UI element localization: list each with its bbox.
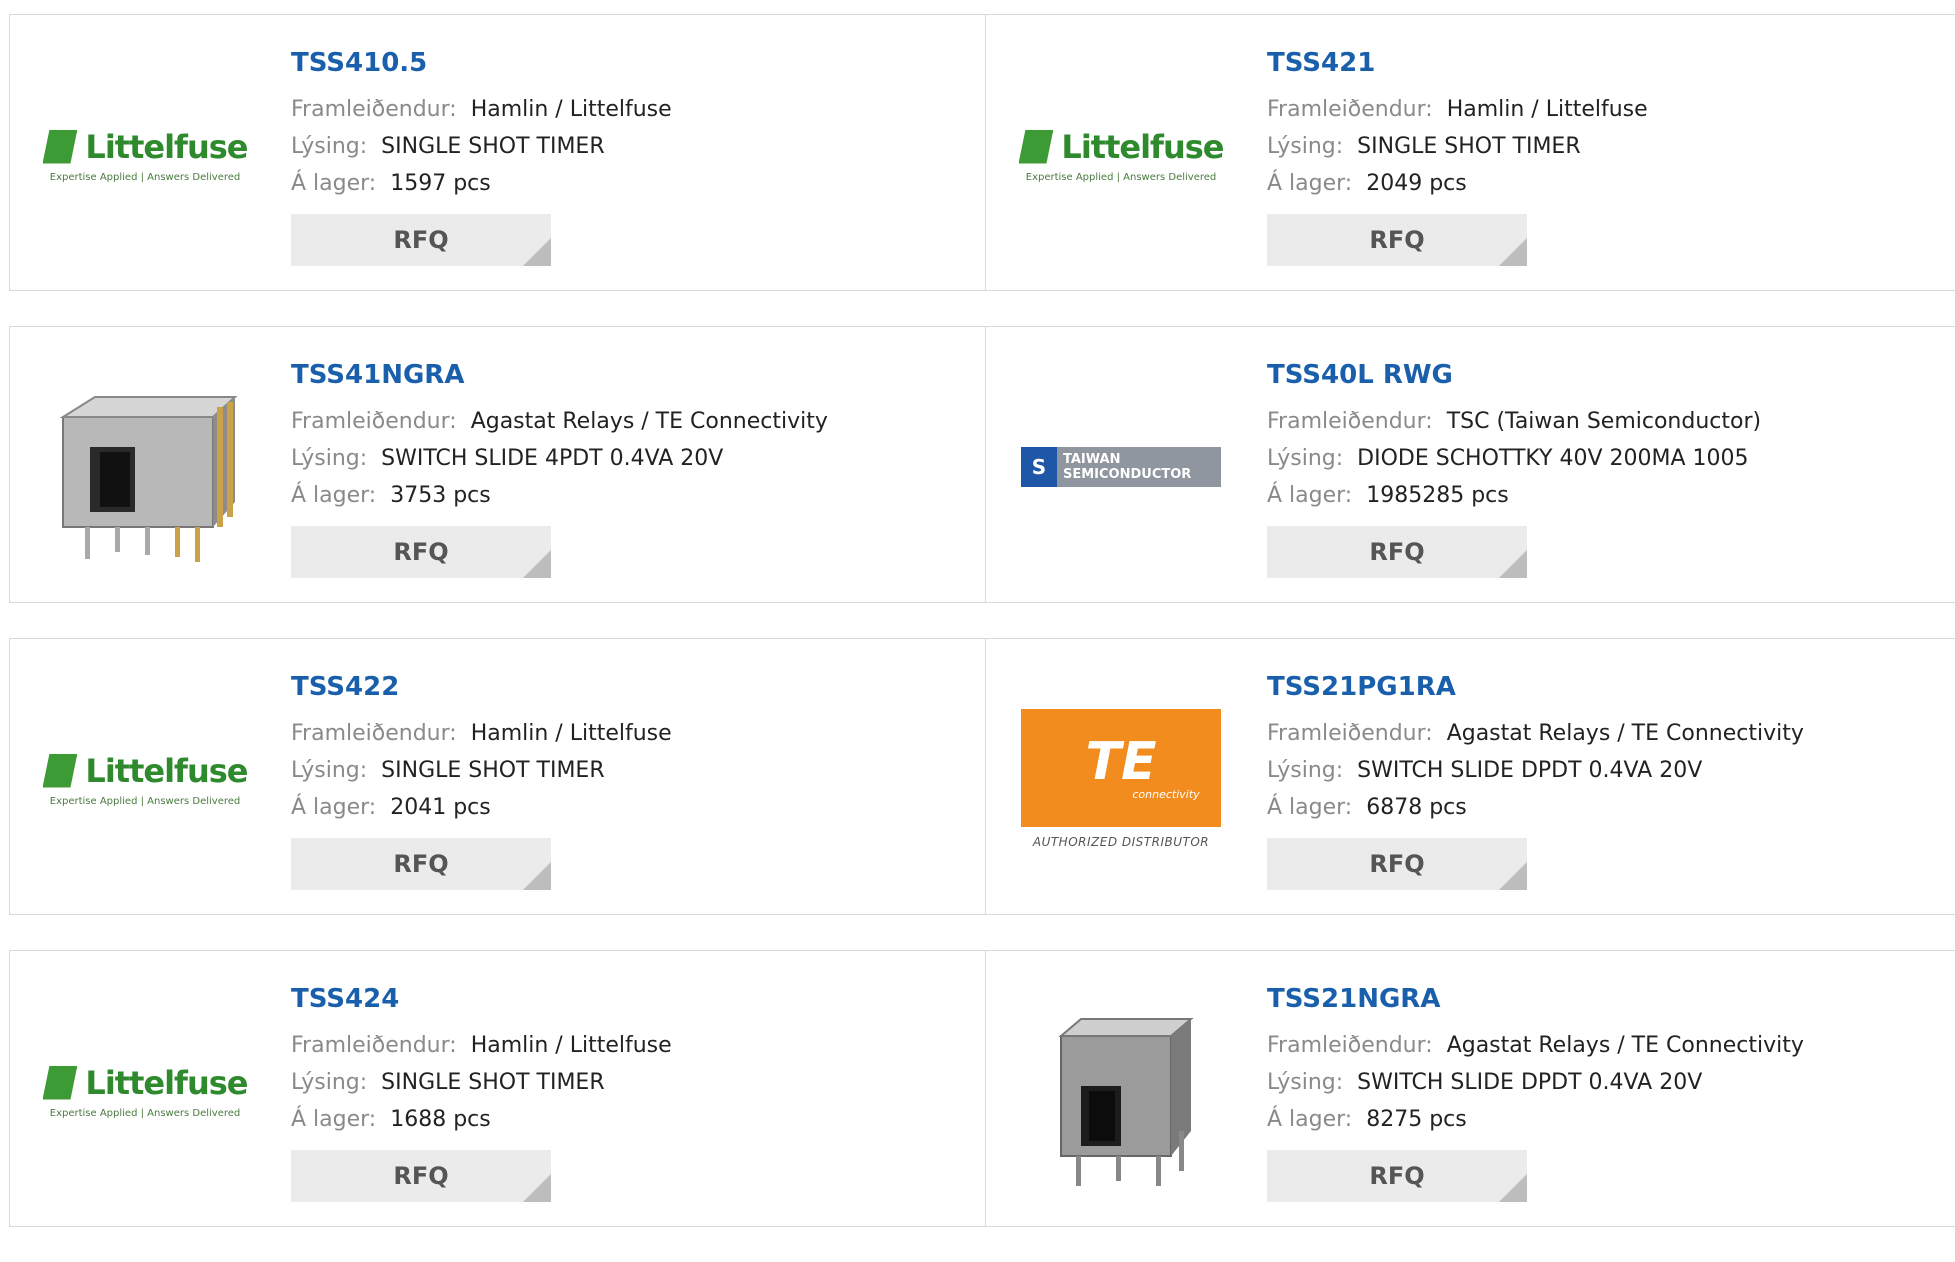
- product-row: Littelfuse Expertise Applied | Answers D…: [9, 14, 1955, 291]
- manufacturer-logo: Littelfuse Expertise Applied | Answers D…: [40, 991, 250, 1191]
- product-card: Littelfuse Expertise Applied | Answers D…: [9, 638, 986, 915]
- description-field: Lýsing: SINGLE SHOT TIMER: [291, 134, 605, 159]
- product-card: Littelfuse Expertise Applied | Answers D…: [9, 950, 986, 1227]
- littelfuse-logo: Littelfuse Expertise Applied | Answers D…: [1018, 128, 1225, 183]
- manufacturer-logo: S TAIWAN SEMICONDUCTOR: [1016, 367, 1226, 567]
- stock-field: Á lager: 3753 pcs: [291, 483, 491, 508]
- product-image: [1016, 991, 1226, 1191]
- manufacturer-field: Framleiðendur: Agastat Relays / TE Connec…: [1267, 1033, 1804, 1058]
- rfq-button[interactable]: RFQ: [291, 838, 551, 890]
- te-connectivity-logo: TE connectivity AUTHORIZED DISTRIBUTOR: [1021, 709, 1221, 849]
- manufacturer-field: Framleiðendur: Hamlin / Littelfuse: [1267, 97, 1648, 122]
- manufacturer-logo: Littelfuse Expertise Applied | Answers D…: [1016, 55, 1226, 255]
- part-number-link[interactable]: TSS424: [291, 981, 672, 1017]
- littelfuse-mark-icon: [42, 753, 78, 788]
- rfq-button[interactable]: RFQ: [1267, 838, 1527, 890]
- description-field: Lýsing: DIODE SCHOTTKY 40V 200MA 1005: [1267, 446, 1749, 471]
- rfq-button[interactable]: RFQ: [1267, 214, 1527, 266]
- rfq-button[interactable]: RFQ: [291, 214, 551, 266]
- manufacturer-logo: Littelfuse Expertise Applied | Answers D…: [40, 679, 250, 879]
- littelfuse-logo: Littelfuse Expertise Applied | Answers D…: [42, 752, 249, 807]
- product-card: TSS21NGRA Framleiðendur: Agastat Relays /…: [985, 950, 1955, 1227]
- rfq-button[interactable]: RFQ: [291, 526, 551, 578]
- taiwan-semiconductor-mark-icon: S: [1021, 447, 1057, 487]
- part-number-link[interactable]: TSS21NGRA: [1267, 981, 1804, 1017]
- stock-field: Á lager: 8275 pcs: [1267, 1107, 1467, 1132]
- manufacturer-field: Framleiðendur: Hamlin / Littelfuse: [291, 97, 672, 122]
- manufacturer-field: Framleiðendur: Agastat Relays / TE Connec…: [291, 409, 828, 434]
- part-number-link[interactable]: TSS40L RWG: [1267, 357, 1761, 393]
- product-card: TSS41NGRA Framleiðendur: Agastat Relays /…: [9, 326, 986, 603]
- product-card: Littelfuse Expertise Applied | Answers D…: [985, 14, 1955, 291]
- slide-switch-photo: [1058, 1018, 1194, 1186]
- manufacturer-logo: TE connectivity AUTHORIZED DISTRIBUTOR: [1016, 679, 1226, 879]
- slide-switch-photo: [59, 396, 238, 562]
- littelfuse-logo: Littelfuse Expertise Applied | Answers D…: [42, 1064, 249, 1119]
- taiwan-semiconductor-logo: S TAIWAN SEMICONDUCTOR: [1021, 447, 1221, 487]
- manufacturer-field: Framleiðendur: Agastat Relays / TE Connec…: [1267, 721, 1804, 746]
- littelfuse-mark-icon: [1018, 129, 1054, 164]
- littelfuse-mark-icon: [42, 129, 78, 164]
- stock-field: Á lager: 2041 pcs: [291, 795, 491, 820]
- rfq-button[interactable]: RFQ: [1267, 526, 1527, 578]
- product-card: S TAIWAN SEMICONDUCTOR TSS40L RWG Framlei…: [985, 326, 1955, 603]
- product-card: TE connectivity AUTHORIZED DISTRIBUTOR T…: [985, 638, 1955, 915]
- rfq-button[interactable]: RFQ: [1267, 1150, 1527, 1202]
- product-grid: Littelfuse Expertise Applied | Answers D…: [9, 14, 1955, 1262]
- stock-field: Á lager: 2049 pcs: [1267, 171, 1467, 196]
- part-number-link[interactable]: TSS410.5: [291, 45, 672, 81]
- manufacturer-field: Framleiðendur: Hamlin / Littelfuse: [291, 1033, 672, 1058]
- part-number-link[interactable]: TSS41NGRA: [291, 357, 828, 393]
- part-number-link[interactable]: TSS422: [291, 669, 672, 705]
- stock-field: Á lager: 6878 pcs: [1267, 795, 1467, 820]
- description-field: Lýsing: SINGLE SHOT TIMER: [1267, 134, 1581, 159]
- description-field: Lýsing: SINGLE SHOT TIMER: [291, 1070, 605, 1095]
- littelfuse-mark-icon: [42, 1065, 78, 1100]
- manufacturer-logo: Littelfuse Expertise Applied | Answers D…: [40, 55, 250, 255]
- description-field: Lýsing: SWITCH SLIDE DPDT 0.4VA 20V: [1267, 758, 1703, 783]
- product-row: TSS41NGRA Framleiðendur: Agastat Relays /…: [9, 326, 1955, 603]
- product-row: Littelfuse Expertise Applied | Answers D…: [9, 950, 1955, 1227]
- littelfuse-logo: Littelfuse Expertise Applied | Answers D…: [42, 128, 249, 183]
- stock-field: Á lager: 1688 pcs: [291, 1107, 491, 1132]
- manufacturer-field: Framleiðendur: Hamlin / Littelfuse: [291, 721, 672, 746]
- description-field: Lýsing: SWITCH SLIDE DPDT 0.4VA 20V: [1267, 1070, 1703, 1095]
- description-field: Lýsing: SINGLE SHOT TIMER: [291, 758, 605, 783]
- product-image: [40, 367, 250, 567]
- part-number-link[interactable]: TSS21PG1RA: [1267, 669, 1804, 705]
- part-number-link[interactable]: TSS421: [1267, 45, 1648, 81]
- stock-field: Á lager: 1597 pcs: [291, 171, 491, 196]
- manufacturer-field: Framleiðendur: TSC (Taiwan Semiconductor): [1267, 409, 1762, 434]
- product-row: Littelfuse Expertise Applied | Answers D…: [9, 638, 1955, 915]
- product-card: Littelfuse Expertise Applied | Answers D…: [9, 14, 986, 291]
- rfq-button[interactable]: RFQ: [291, 1150, 551, 1202]
- description-field: Lýsing: SWITCH SLIDE 4PDT 0.4VA 20V: [291, 446, 724, 471]
- stock-field: Á lager: 1985285 pcs: [1267, 483, 1509, 508]
